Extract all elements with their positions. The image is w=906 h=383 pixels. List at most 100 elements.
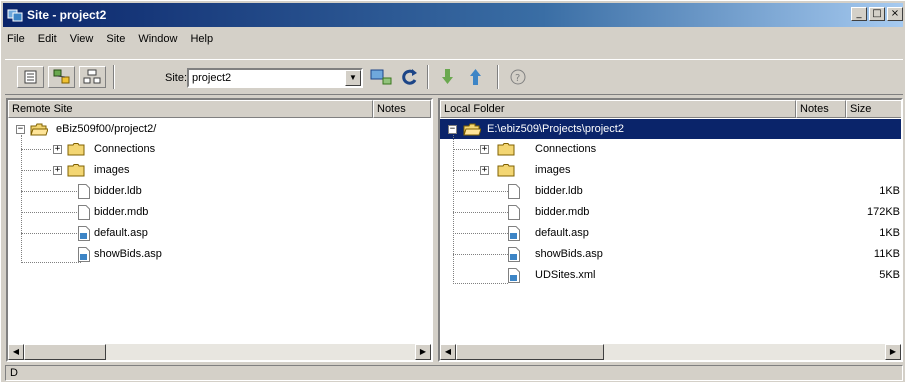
toolbar-separator: [113, 65, 115, 89]
folder-icon: [67, 164, 85, 177]
site-select-value: project2: [192, 72, 232, 84]
site-map-view-button[interactable]: [48, 66, 75, 88]
menu-edit[interactable]: Edit: [38, 33, 57, 51]
toolbar-separator-2: [427, 65, 429, 89]
expand-toggle[interactable]: +: [480, 145, 489, 154]
remote-item[interactable]: bidder.ldb: [94, 181, 142, 201]
folder-open-icon: [30, 123, 48, 136]
tree-line: [453, 149, 483, 150]
remote-item[interactable]: bidder.mdb: [94, 202, 148, 222]
put-button[interactable]: [465, 66, 487, 88]
title-bar[interactable]: Site - project2 _ □ ×: [3, 3, 903, 27]
file-icon: [508, 205, 520, 220]
menu-view[interactable]: View: [70, 33, 94, 51]
expand-toggle[interactable]: +: [480, 166, 489, 175]
help-button[interactable]: ?: [507, 66, 529, 88]
remote-notes-column-header[interactable]: Notes: [373, 100, 431, 118]
scroll-thumb[interactable]: [456, 344, 604, 360]
local-item-size: 5KB: [879, 269, 900, 281]
svg-text:?: ?: [515, 73, 520, 84]
remote-item[interactable]: default.asp: [94, 223, 148, 243]
remote-item[interactable]: images: [94, 160, 129, 180]
collapse-toggle[interactable]: −: [448, 125, 457, 134]
local-item[interactable]: bidder.ldb: [535, 181, 583, 201]
local-item[interactable]: showBids.asp: [535, 244, 603, 264]
tree-line: [453, 191, 508, 192]
local-item-size: 1KB: [879, 185, 900, 197]
get-arrow-down-icon: [442, 69, 453, 84]
menu-file[interactable]: File: [7, 33, 25, 51]
remote-site-pane[interactable]: Remote Site Notes − eBiz509f00/project2/…: [6, 98, 433, 362]
remote-horizontal-scrollbar[interactable]: ◀ ▶: [8, 344, 431, 360]
file-icon: [508, 184, 520, 199]
local-item[interactable]: default.asp: [535, 223, 589, 243]
folder-icon: [497, 143, 515, 156]
local-horizontal-scrollbar[interactable]: ◀ ▶: [440, 344, 901, 360]
tree-line: [21, 233, 81, 234]
map-options-icon: [83, 69, 101, 84]
local-item-size: 11KB: [873, 248, 900, 260]
local-notes-column-header[interactable]: Notes: [796, 100, 846, 118]
local-folder-column-header[interactable]: Local Folder: [440, 100, 796, 118]
chevron-down-icon[interactable]: ▼: [345, 70, 361, 86]
asp-file-icon: [508, 247, 520, 262]
get-button[interactable]: [437, 66, 459, 88]
scroll-thumb[interactable]: [24, 344, 106, 360]
expand-toggle[interactable]: +: [53, 166, 62, 175]
connect-button[interactable]: [369, 66, 393, 88]
tree-line: [453, 283, 508, 284]
status-bar: D: [5, 365, 903, 381]
toolbar: Site: project2 ▼ ?: [5, 59, 903, 95]
tree-line: [453, 170, 483, 171]
remote-root-label[interactable]: eBiz509f00/project2/: [56, 119, 156, 139]
scroll-right-arrow-icon[interactable]: ▶: [885, 344, 901, 360]
remote-site-column-header[interactable]: Remote Site: [8, 100, 373, 118]
local-item-size: 1KB: [879, 227, 900, 239]
site-files-icon: [24, 70, 37, 84]
site-select[interactable]: project2 ▼: [187, 68, 363, 88]
local-item[interactable]: bidder.mdb: [535, 202, 589, 222]
refresh-button[interactable]: [399, 66, 421, 88]
refresh-icon: [402, 69, 417, 85]
site-map-icon: [53, 69, 70, 84]
local-item[interactable]: UDSites.xml: [535, 265, 596, 285]
menu-bar: File Edit View Site Window Help: [7, 33, 213, 51]
menu-site[interactable]: Site: [106, 33, 125, 51]
scroll-left-arrow-icon[interactable]: ◀: [8, 344, 24, 360]
expand-toggle[interactable]: +: [53, 145, 62, 154]
tree-line: [453, 135, 454, 284]
site-window: Site - project2 _ □ × File Edit View Sit…: [0, 0, 906, 383]
tree-line: [21, 170, 51, 171]
scroll-right-arrow-icon[interactable]: ▶: [415, 344, 431, 360]
folder-open-icon: [463, 123, 481, 136]
site-files-view-button[interactable]: [17, 66, 44, 88]
local-item[interactable]: Connections: [535, 139, 596, 159]
site-app-icon: [7, 9, 23, 22]
collapse-toggle[interactable]: −: [16, 125, 25, 134]
local-folder-pane[interactable]: Local Folder Notes Size − E:\ebiz509\Pro…: [438, 98, 903, 362]
maximize-button[interactable]: □: [869, 7, 885, 21]
file-icon: [78, 184, 90, 199]
local-size-column-header[interactable]: Size: [846, 100, 901, 118]
tree-line: [21, 212, 81, 213]
tree-line: [453, 254, 508, 255]
site-label: Site:: [165, 72, 188, 84]
scroll-left-arrow-icon[interactable]: ◀: [440, 344, 456, 360]
asp-file-icon: [508, 226, 520, 241]
connect-icon: [370, 69, 392, 85]
site-map-options-button[interactable]: [79, 66, 106, 88]
tree-line: [21, 149, 51, 150]
tree-line: [21, 191, 81, 192]
local-root-label[interactable]: E:\ebiz509\Projects\project2: [487, 119, 624, 139]
menu-window[interactable]: Window: [138, 33, 177, 51]
close-button[interactable]: ×: [887, 7, 903, 21]
menu-help[interactable]: Help: [190, 33, 213, 51]
toolbar-separator-3: [497, 65, 499, 89]
remote-item[interactable]: Connections: [94, 139, 155, 159]
tree-line: [453, 212, 508, 213]
remote-item[interactable]: showBids.asp: [94, 244, 162, 264]
window-title: Site - project2: [27, 8, 107, 22]
minimize-button[interactable]: _: [851, 7, 867, 21]
file-icon: [78, 205, 90, 220]
local-item[interactable]: images: [535, 160, 570, 180]
